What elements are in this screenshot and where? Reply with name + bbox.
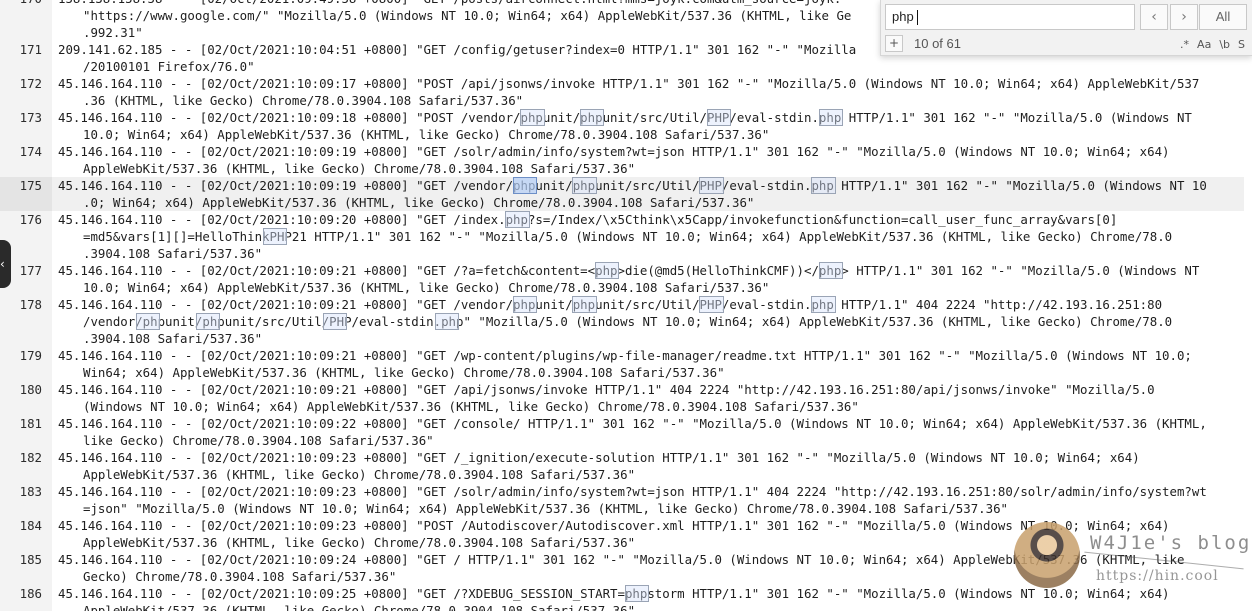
line-number: 185 <box>19 552 42 567</box>
line-number: 171 <box>19 42 42 57</box>
log-text-row: =md5&vars[1][]=HelloThinkPHP21 HTTP/1.1"… <box>83 229 1173 244</box>
log-text-row: /20100101 Firefox/76.0" <box>83 59 255 74</box>
word-toggle[interactable]: \b <box>1216 35 1233 52</box>
line-number: 182 <box>19 450 42 465</box>
log-text-row: 45.146.164.110 - - [02/Oct/2021:10:09:21… <box>58 297 1163 312</box>
log-text-row: 45.146.164.110 - - [02/Oct/2021:10:09:23… <box>58 484 1207 499</box>
log-text-row: AppleWebKit/537.36 (KHTML, like Gecko) C… <box>83 467 636 482</box>
log-text: 45.146.164.110 - - [02/Oct/2021:10:09:21… <box>52 296 1244 347</box>
line-number: 175 <box>0 177 52 211</box>
log-line: 185 45.146.164.110 - - [02/Oct/2021:10:09… <box>0 551 1252 585</box>
log-line: 181 45.146.164.110 - - [02/Oct/2021:10:09… <box>0 415 1252 449</box>
log-text-row: .36 (KHTML, like Gecko) Chrome/78.0.3904… <box>83 93 524 108</box>
log-text-row: 45.146.164.110 - - [02/Oct/2021:10:09:24… <box>58 552 1185 567</box>
log-text: 45.146.164.110 - - [02/Oct/2021:10:09:24… <box>52 551 1244 585</box>
line-number: 184 <box>19 518 42 533</box>
log-editor[interactable]: 170158.138.158.58 - - [02/Oct/2021:09:49… <box>0 0 1252 611</box>
line-number: 186 <box>19 586 42 601</box>
match-count: 10 of 61 <box>914 36 961 51</box>
log-text: 45.146.164.110 - - [02/Oct/2021:10:09:21… <box>52 381 1244 415</box>
case-toggle[interactable]: Aa <box>1194 35 1214 52</box>
sidebar-toggle[interactable]: ‹ <box>0 240 11 288</box>
log-text-row: 45.146.164.110 - - [02/Oct/2021:10:09:21… <box>58 348 1192 363</box>
log-text-row: 45.146.164.110 - - [02/Oct/2021:10:09:20… <box>58 212 1118 227</box>
line-number: 178 <box>19 297 42 312</box>
log-text-row: (Windows NT 10.0; Win64; x64) AppleWebKi… <box>83 399 859 414</box>
log-text-row: Win64; x64) AppleWebKit/537.36 (KHTML, l… <box>83 365 725 380</box>
log-text-row: 45.146.164.110 - - [02/Oct/2021:10:09:17… <box>58 76 1200 91</box>
log-text: 45.146.164.110 - - [02/Oct/2021:10:09:22… <box>52 415 1244 449</box>
log-text: 45.146.164.110 - - [02/Oct/2021:10:09:18… <box>52 109 1244 143</box>
log-text: 45.146.164.110 - - [02/Oct/2021:10:09:23… <box>52 483 1244 517</box>
log-text: 45.146.164.110 - - [02/Oct/2021:10:09:23… <box>52 449 1244 483</box>
log-line: 186 45.146.164.110 - - [02/Oct/2021:10:09… <box>0 585 1252 611</box>
log-text: 45.146.164.110 - - [02/Oct/2021:10:09:19… <box>52 143 1244 177</box>
log-text-row: 45.146.164.110 - - [02/Oct/2021:10:09:18… <box>58 110 1192 125</box>
log-line: 180 45.146.164.110 - - [02/Oct/2021:10:09… <box>0 381 1252 415</box>
log-text: 45.146.164.110 - - [02/Oct/2021:10:09:21… <box>52 347 1244 381</box>
log-lines: 170158.138.158.58 - - [02/Oct/2021:09:49… <box>0 0 1252 611</box>
log-text-row: .3904.108 Safari/537.36" <box>83 331 263 346</box>
line-number: 173 <box>19 110 42 125</box>
log-text: 45.146.164.110 - - [02/Oct/2021:10:09:17… <box>52 75 1244 109</box>
log-text-row: 45.146.164.110 - - [02/Oct/2021:10:09:22… <box>58 416 1207 431</box>
next-match-button[interactable]: › <box>1170 4 1198 30</box>
log-text-row: like Gecko) Chrome/78.0.3904.108 Safari/… <box>83 433 434 448</box>
chevron-right-icon: › <box>1181 9 1187 25</box>
log-line: 177 45.146.164.110 - - [02/Oct/2021:10:09… <box>0 262 1252 296</box>
log-text-row: 45.146.164.110 - - [02/Oct/2021:10:09:23… <box>58 450 1140 465</box>
line-number: 170 <box>0 0 52 41</box>
log-text-row: AppleWebKit/537.36 (KHTML, like Gecko) C… <box>83 603 636 611</box>
line-number: 179 <box>19 348 42 363</box>
log-text: 45.146.164.110 - - [02/Oct/2021:10:09:25… <box>52 585 1244 611</box>
line-number: 180 <box>19 382 42 397</box>
expand-replace-button[interactable]: + <box>885 35 903 52</box>
log-text-row: 45.146.164.110 - - [02/Oct/2021:10:09:23… <box>58 518 1170 533</box>
chevron-left-icon: ‹ <box>0 257 5 271</box>
previous-match-button[interactable]: ‹ <box>1140 4 1168 30</box>
log-text-row: =json" "Mozilla/5.0 (Windows NT 10.0; Wi… <box>83 501 1009 516</box>
log-text-row: 10.0; Win64; x64) AppleWebKit/537.36 (KH… <box>83 280 770 295</box>
log-line: 176 45.146.164.110 - - [02/Oct/2021:10:09… <box>0 211 1252 262</box>
log-text-row: 10.0; Win64; x64) AppleWebKit/537.36 (KH… <box>83 127 770 142</box>
log-text: 45.146.164.110 - - [02/Oct/2021:10:09:21… <box>52 262 1244 296</box>
line-number: 181 <box>19 416 42 431</box>
find-all-button[interactable]: All <box>1199 4 1247 30</box>
log-text-row: 45.146.164.110 - - [02/Oct/2021:10:09:21… <box>58 263 1200 278</box>
log-line: 183 45.146.164.110 - - [02/Oct/2021:10:09… <box>0 483 1252 517</box>
log-text-row: AppleWebKit/537.36 (KHTML, like Gecko) C… <box>83 161 636 176</box>
log-line: 172 45.146.164.110 - - [02/Oct/2021:10:09… <box>0 75 1252 109</box>
find-options: .* Aa \b S <box>1177 35 1248 52</box>
log-text-row: 45.146.164.110 - - [02/Oct/2021:10:09:21… <box>58 382 1155 397</box>
log-text-row: 45.146.164.110 - - [02/Oct/2021:10:09:19… <box>58 144 1170 159</box>
chevron-left-icon: ‹ <box>1151 9 1157 25</box>
log-text-row: 45.146.164.110 - - [02/Oct/2021:10:09:19… <box>58 178 1207 193</box>
line-number: 172 <box>19 76 42 91</box>
log-text-row: /vendor/phpunit/phpunit/src/Util/PHP/eva… <box>83 314 1173 329</box>
log-line: 173 45.146.164.110 - - [02/Oct/2021:10:09… <box>0 109 1252 143</box>
log-text: 45.146.164.110 - - [02/Oct/2021:10:09:23… <box>52 517 1244 551</box>
log-line: 184 45.146.164.110 - - [02/Oct/2021:10:09… <box>0 517 1252 551</box>
log-line: 178 45.146.164.110 - - [02/Oct/2021:10:09… <box>0 296 1252 347</box>
log-text: 45.146.164.110 - - [02/Oct/2021:10:09:19… <box>52 177 1244 211</box>
log-line: 175 45.146.164.110 - - [02/Oct/2021:10:09… <box>0 177 1252 211</box>
log-text-row: 45.146.164.110 - - [02/Oct/2021:10:09:25… <box>58 586 1170 601</box>
selection-toggle[interactable]: S <box>1235 35 1248 52</box>
regex-toggle[interactable]: .* <box>1177 35 1192 52</box>
find-widget: php ‹ › All + 10 of 61 .* Aa \b S <box>880 0 1252 56</box>
log-text-row: .3904.108 Safari/537.36" <box>83 246 263 261</box>
line-number: 183 <box>19 484 42 499</box>
log-text-row: Gecko) Chrome/78.0.3904.108 Safari/537.3… <box>83 569 397 584</box>
log-line: 182 45.146.164.110 - - [02/Oct/2021:10:09… <box>0 449 1252 483</box>
line-number: 174 <box>19 144 42 159</box>
log-text-row: .0; Win64; x64) AppleWebKit/537.36 (KHTM… <box>83 195 755 210</box>
log-line: 174 45.146.164.110 - - [02/Oct/2021:10:09… <box>0 143 1252 177</box>
log-line: 179 45.146.164.110 - - [02/Oct/2021:10:09… <box>0 347 1252 381</box>
log-text: 45.146.164.110 - - [02/Oct/2021:10:09:20… <box>52 211 1244 262</box>
log-text-row: AppleWebKit/537.36 (KHTML, like Gecko) C… <box>83 535 636 550</box>
find-input[interactable]: php <box>885 4 1135 30</box>
